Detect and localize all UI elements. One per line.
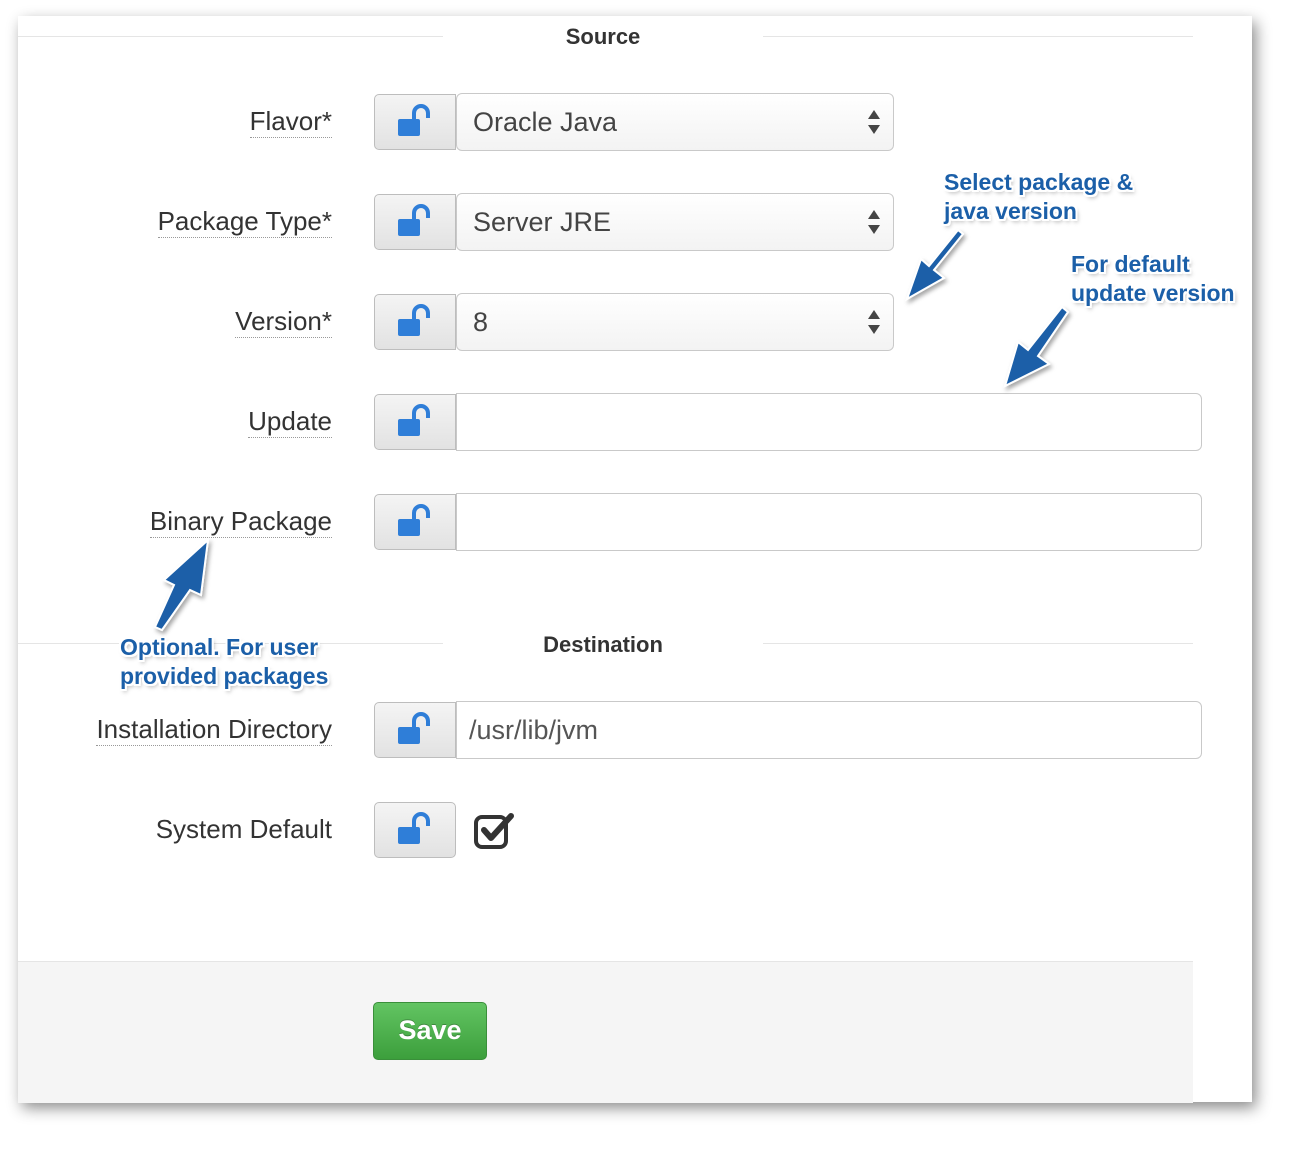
package-type-select-value: Server JRE xyxy=(473,207,612,237)
annotation-optional: Optional. For user provided packages xyxy=(120,633,328,691)
unlock-icon xyxy=(398,204,430,236)
installation-directory-lock-button[interactable] xyxy=(374,702,456,758)
version-label-wrap: Version* xyxy=(58,306,332,346)
installation-directory-label-wrap: Installation Directory xyxy=(58,714,332,754)
annotation-select-package: Select package & java version xyxy=(944,168,1133,226)
annotation-line: java version xyxy=(944,198,1077,224)
binary-package-input[interactable] xyxy=(456,493,1202,551)
version-label: Version* xyxy=(235,306,332,338)
unlock-icon xyxy=(398,812,430,844)
package-type-lock-button[interactable] xyxy=(374,194,456,250)
sort-caret-icon xyxy=(868,110,880,134)
update-label-wrap: Update xyxy=(58,406,332,446)
package-type-select[interactable]: Server JRE xyxy=(456,193,894,251)
unlock-icon xyxy=(398,104,430,136)
update-label: Update xyxy=(248,406,332,438)
save-button[interactable]: Save xyxy=(373,1002,487,1060)
unlock-icon xyxy=(398,712,430,744)
annotation-line: For default xyxy=(1071,251,1190,277)
system-default-lock-button[interactable] xyxy=(374,802,456,858)
flavor-lock-button[interactable] xyxy=(374,94,456,150)
version-select-value: 8 xyxy=(473,307,489,337)
destination-divider-right xyxy=(763,643,1193,644)
flavor-select-value: Oracle Java xyxy=(473,107,618,137)
flavor-label: Flavor* xyxy=(249,106,332,138)
source-divider-right xyxy=(763,36,1193,37)
annotation-line: Select package & xyxy=(944,169,1134,195)
package-type-label-wrap: Package Type* xyxy=(58,206,332,246)
system-default-label: System Default xyxy=(155,814,332,844)
installation-directory-input[interactable]: /usr/lib/jvm xyxy=(456,701,1202,759)
binary-package-lock-button[interactable] xyxy=(374,494,456,550)
system-default-label-wrap: System Default xyxy=(58,814,332,854)
installation-directory-label: Installation Directory xyxy=(96,714,332,746)
update-input[interactable] xyxy=(456,393,1202,451)
sort-caret-icon xyxy=(868,310,880,334)
annotation-line: update version xyxy=(1071,280,1235,306)
annotation-default-update: For default update version xyxy=(1071,250,1235,308)
update-lock-button[interactable] xyxy=(374,394,456,450)
unlock-icon xyxy=(398,504,430,536)
unlock-icon xyxy=(398,404,430,436)
binary-package-label-wrap: Binary Package xyxy=(58,506,332,546)
source-divider-left xyxy=(18,36,443,37)
flavor-label-wrap: Flavor* xyxy=(58,106,332,146)
section-title-source: Source xyxy=(443,24,763,50)
version-lock-button[interactable] xyxy=(374,294,456,350)
version-select[interactable]: 8 xyxy=(456,293,894,351)
system-default-checkbox[interactable] xyxy=(474,811,514,851)
flavor-select[interactable]: Oracle Java xyxy=(456,93,894,151)
form-footer: Save xyxy=(18,961,1193,1103)
section-title-destination: Destination xyxy=(543,632,663,657)
sort-caret-icon xyxy=(868,210,880,234)
unlock-icon xyxy=(398,304,430,336)
binary-package-label: Binary Package xyxy=(149,506,332,538)
installation-directory-input-value: /usr/lib/jvm xyxy=(469,715,599,745)
package-type-label: Package Type* xyxy=(157,206,332,238)
annotation-line: provided packages xyxy=(120,663,329,689)
annotation-line: Optional. For user xyxy=(120,634,319,660)
